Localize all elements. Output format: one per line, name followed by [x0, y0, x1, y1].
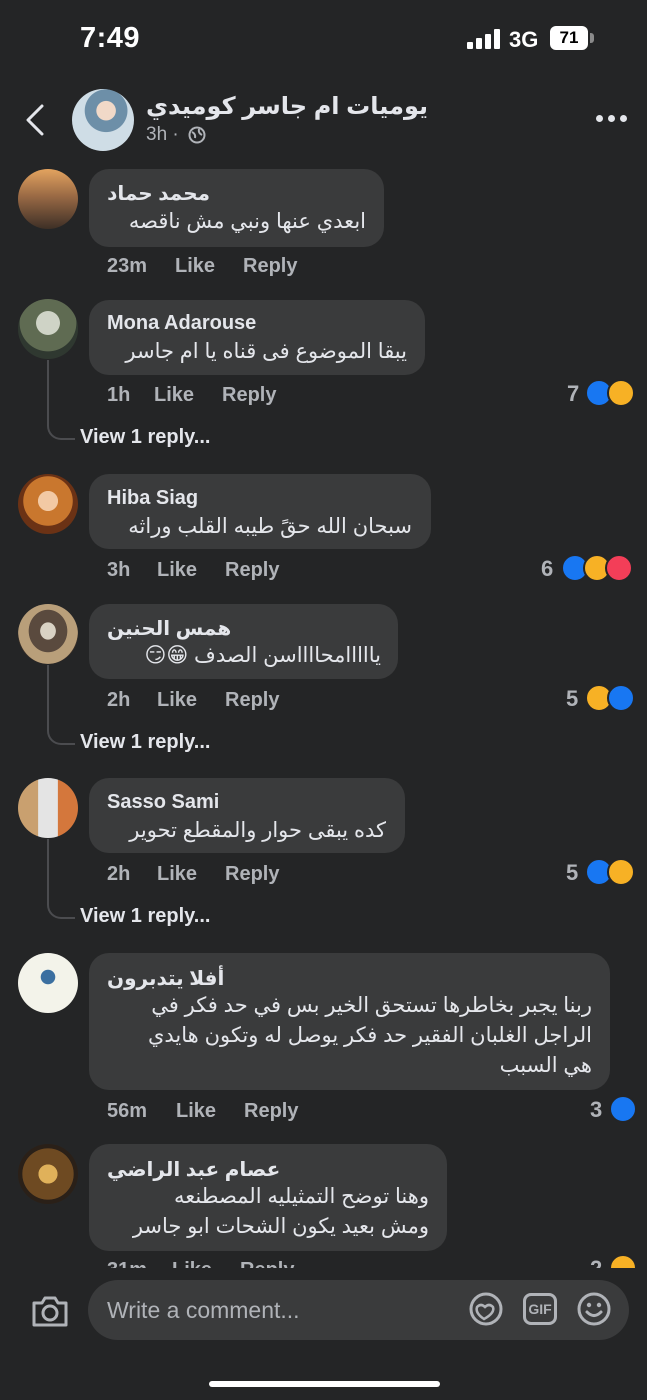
haha-reaction-icon [607, 379, 635, 407]
reaction-count[interactable]: 5 [566, 686, 578, 712]
reactions[interactable] [609, 1095, 637, 1123]
back-button[interactable] [18, 98, 54, 142]
battery-cap [590, 33, 594, 43]
reaction-count[interactable]: 6 [541, 556, 553, 582]
like-button[interactable]: Like [175, 255, 215, 278]
comment-text-line: ومش بعيد يكون الشحات ابو جاسر [132, 1215, 429, 1238]
gif-button[interactable]: GIF [523, 1293, 557, 1325]
comment-author[interactable]: Sasso Sami [107, 791, 219, 814]
reply-button[interactable]: Reply [225, 689, 279, 712]
battery-icon: 71 [550, 26, 588, 50]
status-time: 7:49 [80, 22, 141, 54]
chevron-left-icon [26, 104, 44, 136]
comment-text: يبقا الموضوع فى قناه يا ام جاسر [125, 340, 407, 363]
reactions[interactable] [585, 684, 635, 712]
view-replies-link[interactable]: View 1 reply... [80, 905, 210, 928]
avatar[interactable] [18, 604, 78, 664]
thread-line [47, 839, 75, 919]
comment-text-line: ربنا يجبر بخاطرها تستحق الخير بس في حد ف… [151, 994, 592, 1017]
comment-time: 56m [107, 1100, 148, 1122]
comment-text-line: وهنا توضح التمثيليه المصطنعه [173, 1185, 429, 1208]
like-reaction-icon [607, 684, 635, 712]
comment-text-line: هي السبب [499, 1054, 592, 1077]
reactions[interactable] [585, 379, 635, 407]
thread-line [47, 360, 75, 440]
love-reaction-icon [605, 554, 633, 582]
globe-icon [188, 126, 206, 144]
like-reaction-icon [609, 1095, 637, 1123]
avatar[interactable] [18, 953, 78, 1013]
view-replies-link[interactable]: View 1 reply... [80, 731, 210, 754]
reply-button[interactable]: Reply [243, 255, 297, 278]
comment-author[interactable]: Mona Adarouse [107, 312, 256, 335]
comment-author[interactable]: همس الحنين [107, 616, 231, 641]
like-button[interactable]: Like [157, 559, 197, 582]
network-type: 3G [509, 27, 539, 52]
view-replies-link[interactable]: View 1 reply... [80, 426, 210, 449]
comment-text: سبحان الله حقًَ طيبه القلب وراثه [128, 515, 412, 538]
reply-button[interactable]: Reply [222, 384, 276, 407]
avatar[interactable] [18, 1144, 78, 1204]
camera-icon[interactable] [30, 1293, 70, 1329]
comment-input-placeholder[interactable]: Write a comment... [107, 1297, 300, 1324]
reply-button[interactable]: Reply [225, 559, 279, 582]
home-indicator[interactable] [209, 1381, 440, 1387]
comment-time: 2h [107, 689, 131, 711]
reply-button[interactable]: Reply [244, 1100, 298, 1123]
comment-text-line: الراجل الغلبان الفقير حد فكر يوصل له وتك… [147, 1024, 592, 1047]
avatar-sticker-icon[interactable] [468, 1291, 504, 1327]
like-button[interactable]: Like [154, 384, 194, 407]
page-title[interactable]: يوميات ام جاسر كوميدي [146, 92, 428, 121]
like-button[interactable]: Like [157, 689, 197, 712]
thread-line [47, 665, 75, 745]
emoji-icon[interactable] [576, 1291, 612, 1327]
avatar[interactable] [18, 169, 78, 229]
reaction-count[interactable]: 5 [566, 860, 578, 886]
reply-button[interactable]: Reply [225, 863, 279, 886]
post-time: 3h · [146, 124, 179, 145]
signal-icon [467, 29, 501, 49]
more-options-button[interactable] [596, 113, 628, 125]
reactions[interactable] [561, 554, 633, 582]
comment-text: ابعدي عنها ونبي مش ناقصه [128, 210, 366, 233]
haha-reaction-icon [607, 858, 635, 886]
comment-author[interactable]: عصام عبد الراضي [107, 1157, 280, 1182]
comment-author[interactable]: أفلا يتدبرون [107, 966, 224, 991]
comment-text: كده يبقى حوار والمقطع تحوير [129, 819, 386, 842]
reactions[interactable] [585, 858, 635, 886]
reaction-count[interactable]: 3 [590, 1097, 602, 1123]
comment-time: 1h [107, 384, 131, 406]
comment-time: 2h [107, 863, 131, 885]
comment-time: 3h [107, 559, 131, 581]
avatar[interactable] [18, 299, 78, 359]
comment-author[interactable]: محمد حماد [107, 181, 210, 206]
comment-text: يااااامحااااسن الصدف 😁😏 [144, 644, 381, 667]
avatar[interactable] [18, 474, 78, 534]
avatar[interactable] [18, 778, 78, 838]
page-avatar[interactable] [72, 89, 134, 151]
like-button[interactable]: Like [157, 863, 197, 886]
comment-time: 23m [107, 255, 148, 277]
like-button[interactable]: Like [176, 1100, 216, 1123]
reaction-count[interactable]: 7 [567, 381, 579, 407]
comment-author[interactable]: Hiba Siag [107, 487, 198, 510]
